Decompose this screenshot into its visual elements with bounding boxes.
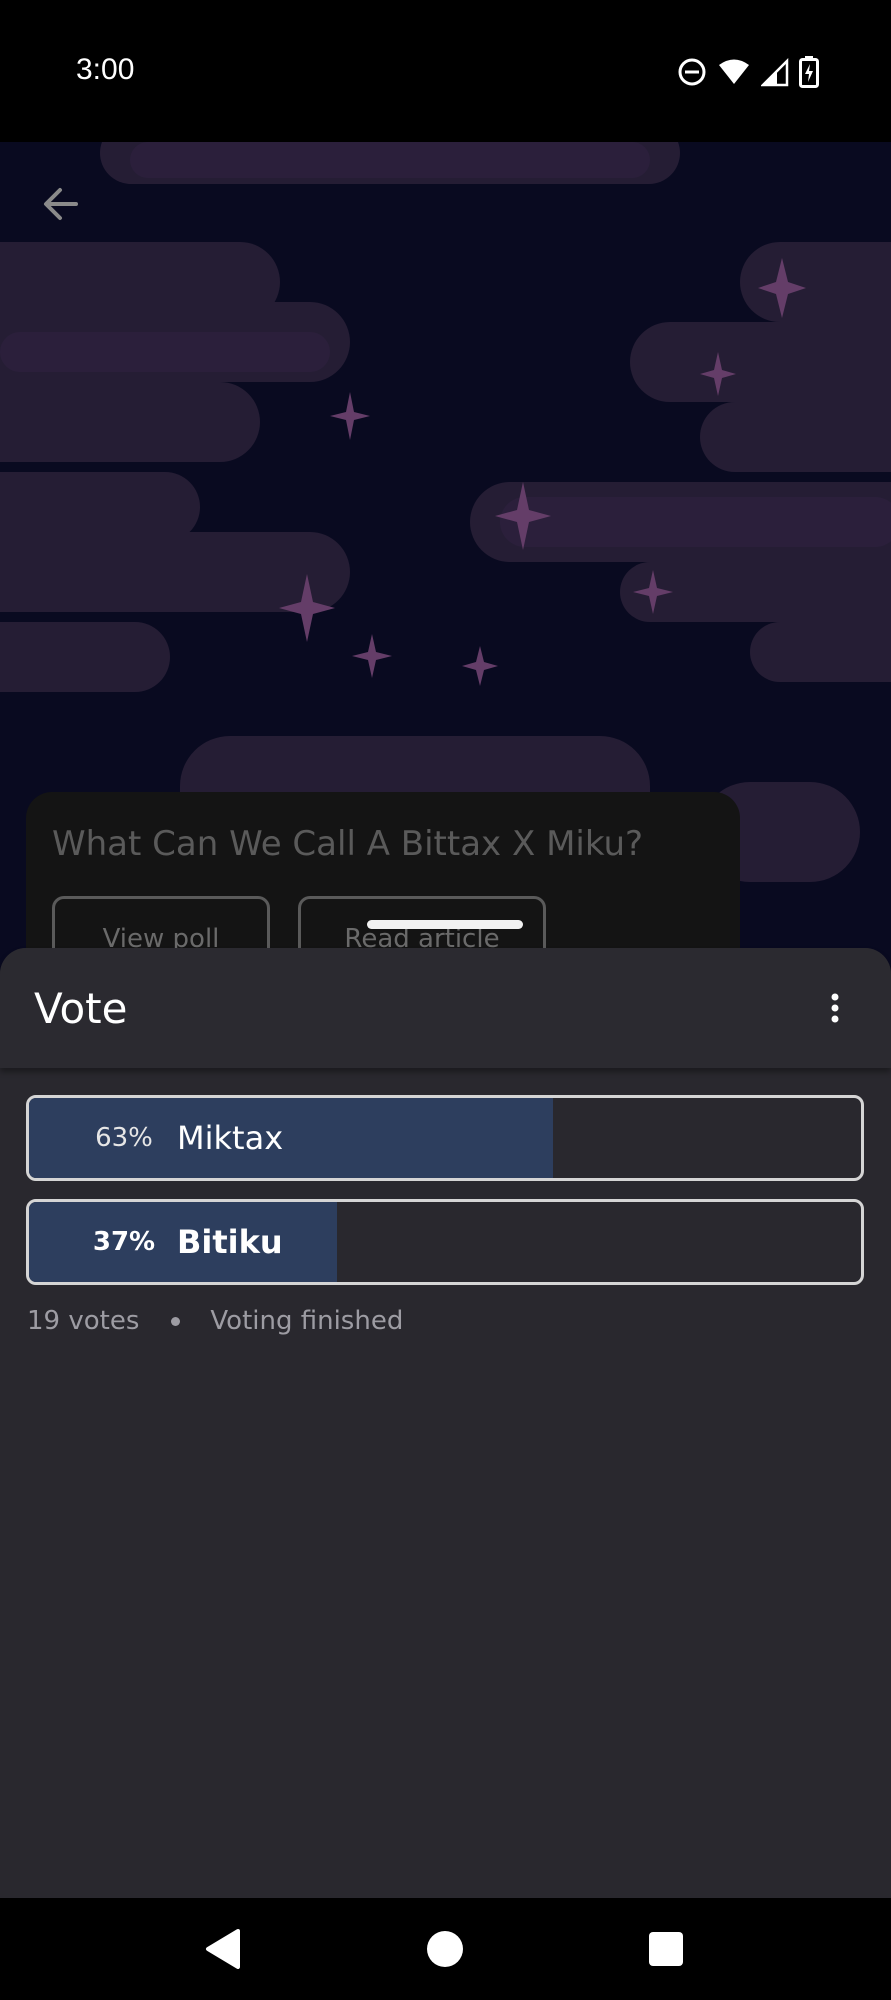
sheet-title: Vote <box>34 984 128 1033</box>
status-bar: 3:00 <box>0 0 891 142</box>
status-icons <box>677 52 819 92</box>
battery-charging-icon <box>799 56 819 88</box>
nav-recents-button[interactable] <box>641 1924 691 1974</box>
article-title: What Can We Call A Bittax X Miku? <box>52 824 644 864</box>
poll-option-percent: 37% <box>92 1227 156 1257</box>
separator-dot <box>171 1316 181 1326</box>
back-button[interactable] <box>36 180 84 228</box>
recents-nav-icon <box>649 1932 683 1966</box>
poll-option-label: Bitiku <box>177 1223 283 1261</box>
back-nav-icon <box>206 1929 240 1969</box>
nav-back-button[interactable] <box>198 1924 248 1974</box>
nav-home-button[interactable] <box>420 1924 470 1974</box>
poll-option-bitiku[interactable]: 37% Bitiku <box>26 1199 864 1285</box>
sheet-header: Vote <box>0 948 891 1068</box>
sheet-drag-handle[interactable] <box>367 920 523 929</box>
wifi-icon <box>717 57 751 87</box>
more-options-button[interactable] <box>823 988 847 1028</box>
poll-option-label: Miktax <box>177 1119 284 1157</box>
poll-option-miktax[interactable]: 63% Miktax <box>26 1095 864 1181</box>
do-not-disturb-icon <box>677 57 707 87</box>
vote-bottom-sheet: Vote <box>0 948 891 1898</box>
voting-status: Voting finished <box>210 1306 404 1336</box>
signal-icon <box>761 57 789 87</box>
poll-option-percent: 63% <box>95 1123 153 1153</box>
system-nav-bar <box>0 1898 891 2000</box>
more-vert-icon <box>831 993 839 1023</box>
poll-meta: 19 votes Voting finished <box>27 1304 403 1338</box>
vote-count: 19 votes <box>27 1306 140 1336</box>
status-time: 3:00 <box>76 53 135 86</box>
home-nav-icon <box>427 1931 463 1967</box>
arrow-back-icon <box>44 188 78 220</box>
